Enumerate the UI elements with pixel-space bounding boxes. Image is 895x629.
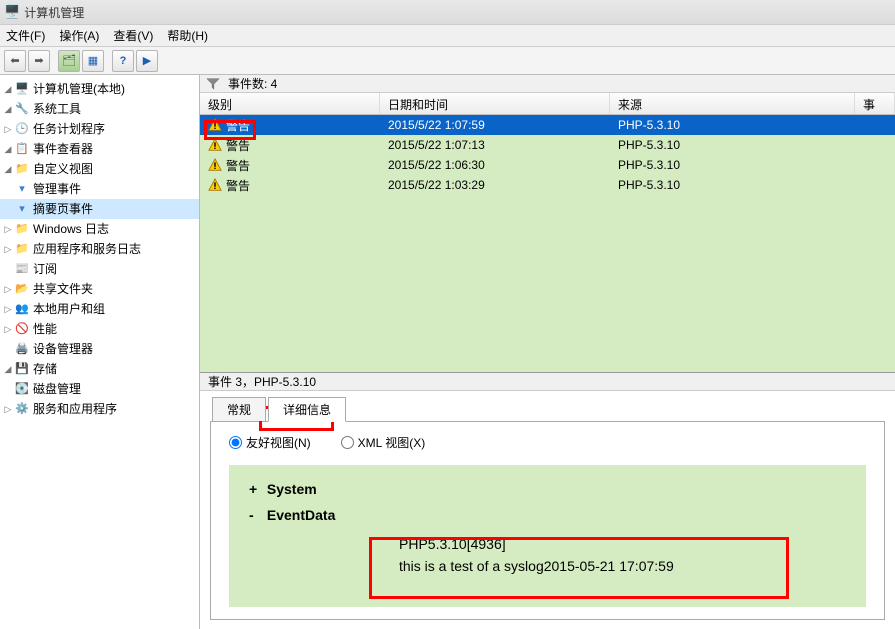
detail-tabs: 常规 详细信息 (200, 397, 895, 421)
warning-icon (208, 138, 222, 152)
filter-icon[interactable] (206, 77, 220, 91)
tree-performance[interactable]: ▷🚫性能 (0, 319, 199, 339)
events-header: 事件数: 4 (200, 75, 895, 93)
tree-admin-events[interactable]: ▾管理事件 (0, 179, 199, 199)
tree-system-tools[interactable]: ◢🔧系统工具 (0, 99, 199, 119)
menu-help[interactable]: 帮助(H) (167, 27, 208, 44)
tree-custom-views[interactable]: ◢📁自定义视图 (0, 159, 199, 179)
toolbar-action-2[interactable]: ▦ (82, 50, 104, 72)
eventdata-line1: PHP5.3.10[4936] (399, 533, 846, 555)
col-date[interactable]: 日期和时间 (380, 93, 610, 114)
tree-app-service-logs[interactable]: ▷📁应用程序和服务日志 (0, 239, 199, 259)
table-row[interactable]: 警告2015/5/22 1:07:13PHP-5.3.10 (200, 135, 895, 155)
tab-general[interactable]: 常规 (212, 397, 266, 421)
tree-local-users[interactable]: ▷👥本地用户和组 (0, 299, 199, 319)
tree-windows-logs[interactable]: ▷📁Windows 日志 (0, 219, 199, 239)
menu-bar: 文件(F) 操作(A) 查看(V) 帮助(H) (0, 25, 895, 47)
events-count: 事件数: 4 (228, 75, 277, 92)
title-bar: 🖥️ 计算机管理 (0, 0, 895, 25)
window-title: 计算机管理 (24, 4, 84, 21)
tree-storage[interactable]: ◢💾存储 (0, 359, 199, 379)
radio-xml[interactable]: XML 视图(X) (341, 434, 426, 451)
detail-content: + System - EventData PHP5.3.10[4936] thi… (229, 465, 866, 607)
tree-summary-events[interactable]: ▾摘要页事件 (0, 199, 199, 219)
tree-shared-folders[interactable]: ▷📂共享文件夹 (0, 279, 199, 299)
table-row[interactable]: 警告2015/5/22 1:03:29PHP-5.3.10 (200, 175, 895, 195)
forward-button[interactable]: ➡ (28, 50, 50, 72)
col-event[interactable]: 事件 I (855, 93, 895, 114)
toolbar-action-1[interactable]: 🗂 (58, 50, 80, 72)
tree-subscription[interactable]: 📰订阅 (0, 259, 199, 279)
tree-event-viewer[interactable]: ◢📋事件查看器 (0, 139, 199, 159)
col-level[interactable]: 级别 (200, 93, 380, 114)
system-node[interactable]: + System (249, 481, 846, 497)
tree-device-manager[interactable]: 🖨️设备管理器 (0, 339, 199, 359)
detail-header: 事件 3，PHP-5.3.10 (200, 373, 895, 391)
warning-icon (208, 158, 222, 172)
back-button[interactable]: ⬅ (4, 50, 26, 72)
toolbar-action-3[interactable]: ▶ (136, 50, 158, 72)
radio-friendly[interactable]: 友好视图(N) (229, 434, 311, 451)
table-row[interactable]: 警告2015/5/22 1:07:59PHP-5.3.10 (200, 115, 895, 135)
col-source[interactable]: 来源 (610, 93, 855, 114)
warning-icon (208, 118, 222, 132)
warning-icon (208, 178, 222, 192)
tree-disk-mgmt[interactable]: 💽磁盘管理 (0, 379, 199, 399)
nav-tree[interactable]: ◢🖥️计算机管理(本地) ◢🔧系统工具 ▷🕒任务计划程序 ◢📋事件查看器 ◢📁自… (0, 75, 200, 629)
toolbar: ⬅ ➡ 🗂 ▦ ? ▶ (0, 47, 895, 75)
table-row[interactable]: 警告2015/5/22 1:06:30PHP-5.3.10 (200, 155, 895, 175)
tab-details[interactable]: 详细信息 (268, 397, 346, 422)
events-table: 级别 日期和时间 来源 事件 I 警告2015/5/22 1:07:59PHP-… (200, 93, 895, 373)
tree-root[interactable]: ◢🖥️计算机管理(本地) (0, 79, 199, 99)
help-button[interactable]: ? (112, 50, 134, 72)
tree-services-apps[interactable]: ▷⚙️服务和应用程序 (0, 399, 199, 419)
detail-header-text: 事件 3，PHP-5.3.10 (208, 373, 316, 390)
eventdata-line2: this is a test of a syslog2015-05-21 17:… (399, 555, 846, 577)
eventdata-node[interactable]: - EventData (249, 507, 846, 523)
tab-body: 友好视图(N) XML 视图(X) + System - EventData P… (210, 421, 885, 620)
menu-action[interactable]: 操作(A) (59, 27, 99, 44)
tree-task-scheduler[interactable]: ▷🕒任务计划程序 (0, 119, 199, 139)
app-icon: 🖥️ (4, 4, 20, 20)
menu-view[interactable]: 查看(V) (113, 27, 153, 44)
menu-file[interactable]: 文件(F) (6, 27, 45, 44)
